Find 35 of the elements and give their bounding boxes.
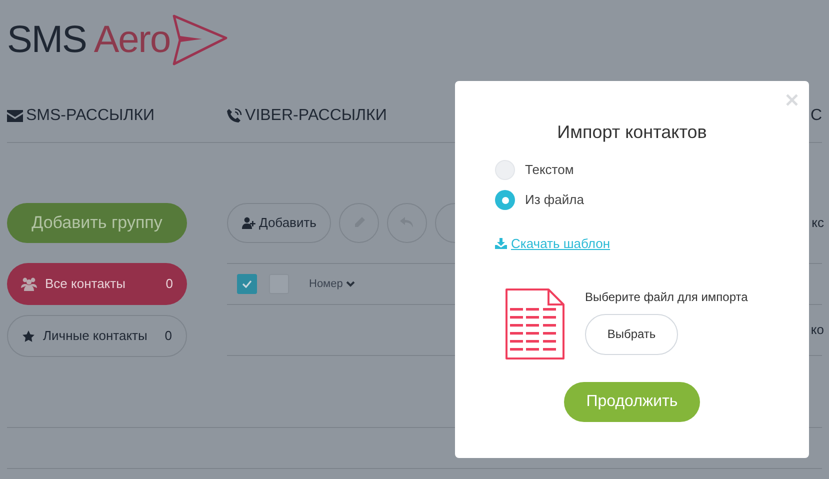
paper-plane-icon — [172, 14, 228, 66]
column-header[interactable]: Номер — [309, 276, 355, 292]
radio-option[interactable]: Текстом — [495, 160, 574, 180]
phone-icon — [226, 108, 242, 124]
file-prompt: Выберите файл для импорта — [585, 288, 748, 306]
radio-button[interactable] — [495, 160, 515, 180]
group-label: Все контакты — [45, 275, 126, 294]
add-group-button[interactable]: Добавить группу — [7, 203, 187, 243]
spreadsheet-file-icon — [505, 288, 565, 360]
nav-link[interactable]: С — [810, 104, 822, 128]
group-item[interactable]: Личные контакты 0 — [7, 315, 187, 357]
dialog-title: Импорт контактов — [556, 121, 708, 144]
table-cell-text: ко — [810, 321, 824, 340]
nav-link[interactable]: VIBER-РАССЫЛКИ — [245, 104, 387, 128]
star-icon — [22, 330, 35, 342]
choose-file-button[interactable]: Выбрать — [585, 314, 678, 354]
group-label: Личные контакты — [43, 327, 148, 346]
radio-button[interactable] — [495, 190, 515, 210]
group-item[interactable]: Все контакты 0 — [7, 263, 187, 305]
people-icon — [21, 277, 37, 291]
close-button[interactable] — [785, 93, 799, 107]
envelope-icon — [7, 110, 23, 122]
download-icon — [495, 238, 507, 250]
close-icon — [786, 94, 798, 106]
add-user-icon — [242, 217, 256, 229]
check-icon — [242, 280, 252, 288]
chevron-down-icon — [346, 281, 355, 287]
group-count: 0 — [164, 327, 172, 346]
radio-option[interactable]: Из файла — [495, 190, 584, 210]
nav-link[interactable]: SMS-РАССЫЛКИ — [26, 104, 155, 128]
add-contact-button[interactable]: Добавить — [227, 203, 332, 243]
group-count: 0 — [166, 275, 173, 294]
toolbar-text: кс — [812, 214, 824, 232]
select-all-checkbox[interactable] — [237, 274, 257, 294]
logo-text: SMS Aero — [7, 21, 170, 59]
